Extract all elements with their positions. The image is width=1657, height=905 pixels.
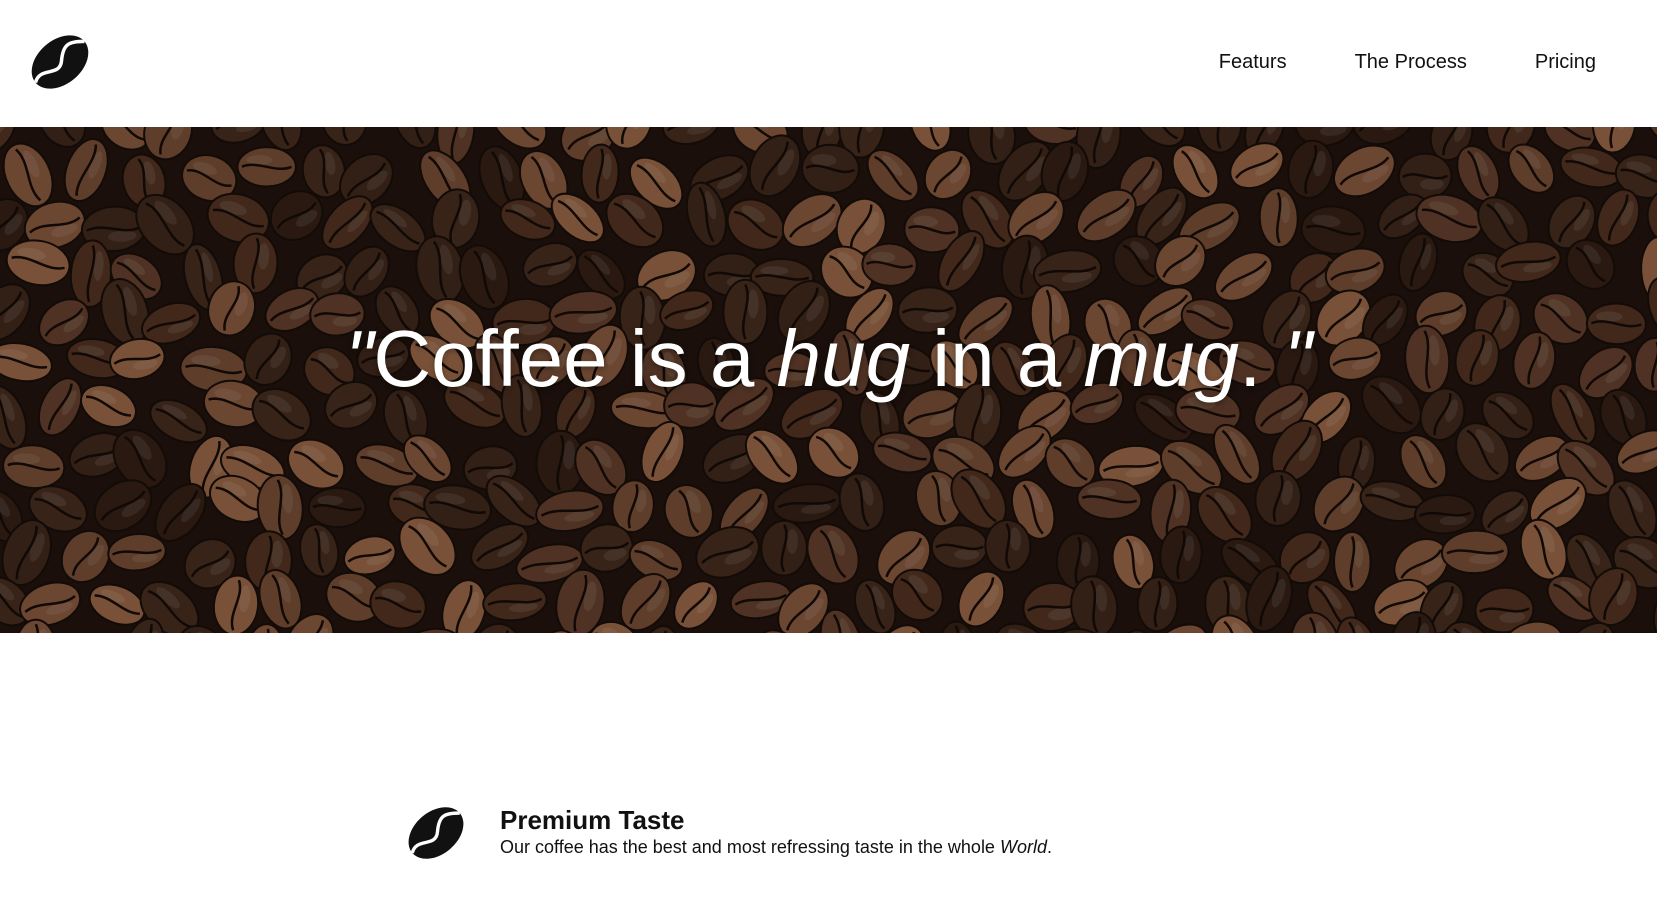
nav-link-pricing[interactable]: Pricing [1535,48,1596,76]
nav-link-process[interactable]: The Process [1355,48,1467,76]
feature-description: Our coffee has the best and most refress… [500,835,1052,859]
feature-title: Premium Taste [500,805,685,835]
feature-text-emphasis: World [999,837,1047,857]
quote-emphasis-hug: hug [776,314,911,403]
hero-banner: "Coffee is a hug in a mug. " [0,127,1657,633]
quote-open-mark: " [344,314,374,403]
site-header: Featurs The Process Pricing [0,0,1657,127]
feature-text-end: . [1046,837,1052,857]
quote-part-3: . [1239,314,1284,403]
coffee-bean-icon[interactable] [28,30,92,94]
quote-part-2: in a [910,314,1084,403]
quote-emphasis-mug: mug [1083,314,1240,403]
main-nav: Featurs The Process Pricing [1151,48,1596,76]
feature-premium-taste: Premium Taste Our coffee has the best an… [405,802,1205,872]
feature-text-main: Our coffee has the best and most refress… [500,837,1000,857]
nav-link-features[interactable]: Featurs [1219,48,1287,76]
hero-quote: "Coffee is a hug in a mug. " [0,309,1657,409]
coffee-bean-icon [408,807,464,859]
quote-close-mark: " [1283,314,1312,403]
quote-part-1: Coffee is a [373,314,777,403]
